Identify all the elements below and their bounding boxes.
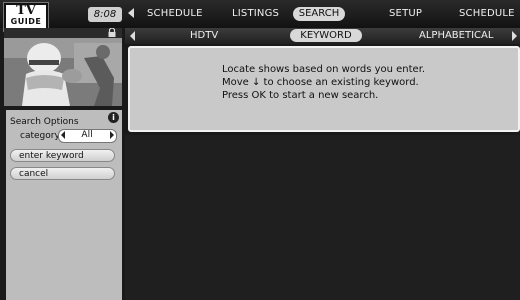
instructions-box [128, 46, 520, 132]
instruction-line-3: Press OK to start a new search. [222, 90, 379, 101]
category-prev-arrow-icon[interactable] [61, 131, 65, 139]
tab-search[interactable]: SEARCH [293, 7, 345, 21]
subtab-hdtv[interactable]: HDTV [190, 30, 218, 41]
nav-left-arrow-icon[interactable] [128, 8, 134, 18]
tab-schedule[interactable]: SCHEDULE [147, 8, 203, 19]
logo-line-1: TV [16, 3, 36, 18]
instruction-line-2: Move ↓ to choose an existing keyword. [222, 77, 419, 88]
subtab-keyword[interactable]: KEYWORD [290, 29, 362, 42]
tab-listings[interactable]: LISTINGS [232, 8, 279, 19]
enter-keyword-button[interactable]: enter keyword [10, 149, 115, 162]
instruction-line-1: Locate shows based on words you enter. [222, 64, 426, 75]
football-player-image [4, 38, 122, 106]
results-area [125, 135, 520, 300]
category-next-arrow-icon[interactable] [110, 131, 114, 139]
preview-header [4, 28, 122, 38]
info-icon[interactable]: i [108, 112, 119, 123]
category-value: All [81, 130, 93, 140]
logo-line-2: GUIDE [10, 17, 42, 26]
live-tv-preview [4, 38, 122, 106]
tab-schedule-2[interactable]: SCHEDULE [459, 8, 515, 19]
category-label: category: [20, 131, 63, 141]
subtab-alphabetical[interactable]: ALPHABETICAL [419, 30, 493, 41]
tv-guide-logo: TV GUIDE [4, 3, 48, 31]
subnav-right-arrow-icon[interactable] [512, 31, 517, 41]
subnav-left-arrow-icon[interactable] [130, 31, 135, 41]
lock-icon [108, 28, 116, 37]
clock-display: 8:08 [88, 7, 122, 22]
tab-setup[interactable]: SETUP [389, 8, 422, 19]
search-options-title: Search Options [10, 117, 79, 127]
cancel-button[interactable]: cancel [10, 167, 115, 180]
